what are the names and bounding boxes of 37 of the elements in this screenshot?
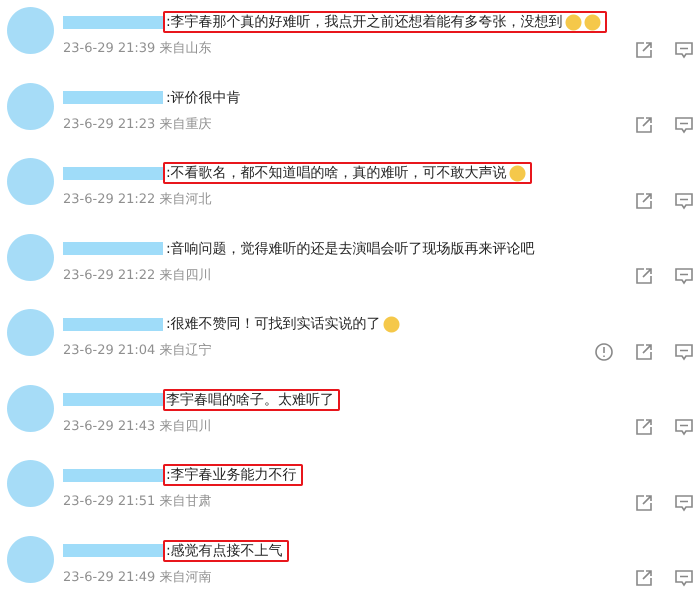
share-icon[interactable] (634, 40, 654, 60)
comment-meta: 23-6-29 21:51 来自甘肃 (63, 493, 212, 510)
comment-text: 李宇春唱的啥子。太难听了 (166, 390, 334, 408)
comment-text: :李宇春那个真的好难听，我点开之前还想着能有多夸张，没想到 (166, 13, 563, 31)
comment-text: :评价很中肯 (166, 88, 241, 106)
comment-meta: 23-6-29 21:39 来自山东 (63, 40, 212, 57)
share-icon[interactable] (634, 342, 654, 362)
comment-text: :很难不赞同！可找到实话实说的了 (166, 315, 381, 333)
emoji-icon (584, 14, 601, 30)
exclamation-icon[interactable] (594, 342, 614, 362)
comment-icon[interactable] (674, 40, 694, 60)
share-icon[interactable] (634, 492, 654, 512)
comment-text: :李宇春业务能力不行 (166, 466, 297, 484)
emoji-icon (564, 14, 582, 30)
comment-meta: 23-6-29 21:23 来自重庆 (63, 116, 212, 132)
emoji-icon (382, 316, 400, 332)
comment-icon[interactable] (674, 190, 694, 210)
comment-icon[interactable] (674, 115, 694, 135)
share-icon[interactable] (634, 568, 654, 588)
comment-icon[interactable] (674, 266, 694, 286)
share-icon[interactable] (634, 417, 654, 437)
comment-text: :不看歌名，都不知道唱的啥，真的难听，可不敢大声说 (166, 164, 507, 182)
emoji-icon (508, 164, 526, 182)
share-icon[interactable] (634, 266, 654, 286)
share-icon[interactable] (634, 190, 654, 210)
comment-meta: 23-6-29 21:43 来自四川 (63, 418, 212, 434)
comment-icon[interactable] (674, 568, 694, 588)
comment-icon[interactable] (674, 492, 694, 512)
comment-meta: 23-6-29 21:04 来自辽宁 (63, 342, 212, 359)
comment-icon[interactable] (674, 342, 694, 362)
comment-text: :感觉有点接不上气 (166, 542, 283, 560)
comment-text: :音响问题，觉得难听的还是去演唱会听了现场版再来评论吧 (166, 240, 535, 258)
share-icon[interactable] (634, 115, 654, 135)
comment-meta: 23-6-29 21:49 来自河南 (63, 568, 212, 586)
comment-icon[interactable] (674, 417, 694, 437)
comment-meta: 23-6-29 21:22 来自河北 (63, 191, 212, 208)
comment-meta: 23-6-29 21:22 来自四川 (63, 266, 212, 284)
